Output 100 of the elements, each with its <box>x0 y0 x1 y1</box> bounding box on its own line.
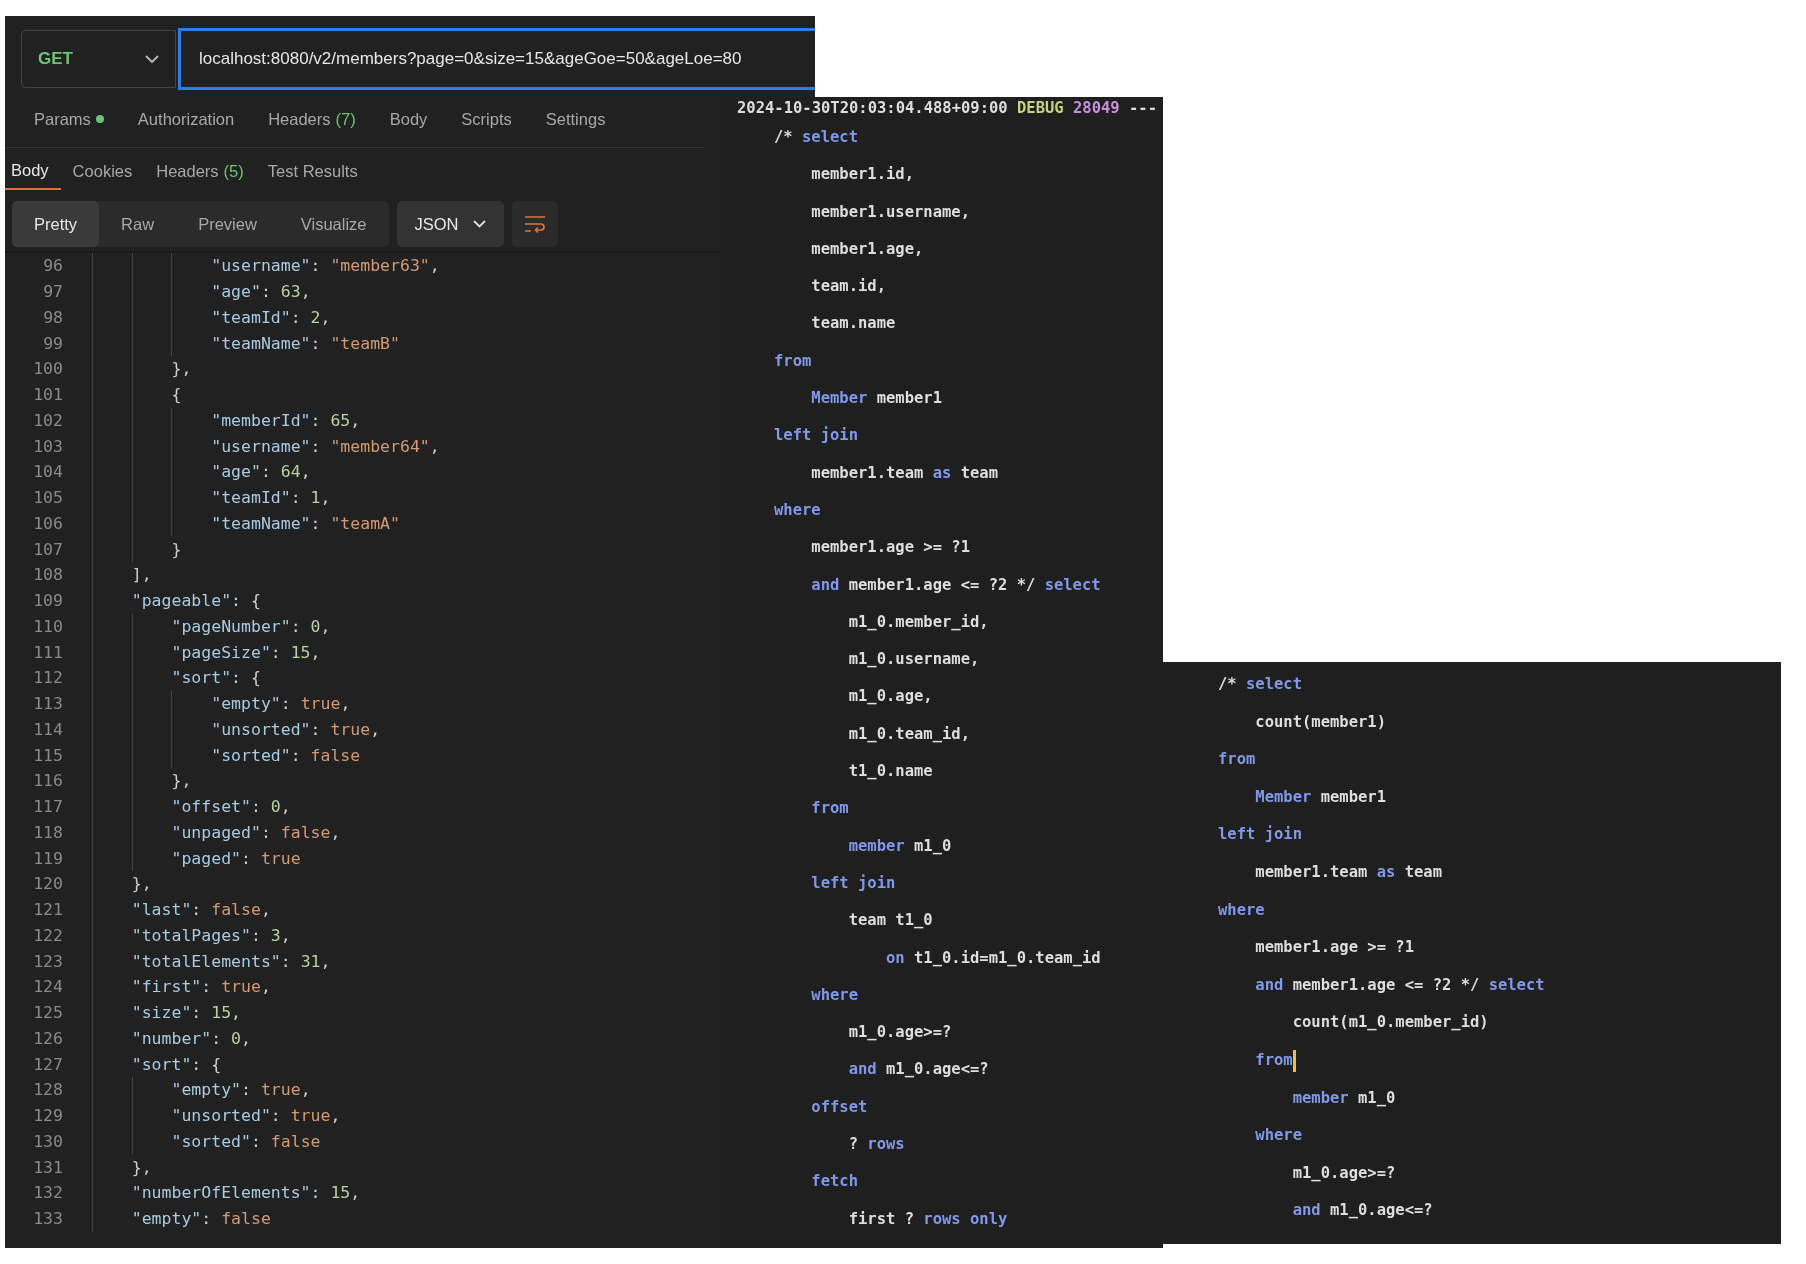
line-number: 106 <box>32 513 63 533</box>
log-line: and member1.age <= ?2 */ select <box>1254 974 1545 996</box>
request-tab[interactable]: Headers (7) <box>251 100 373 138</box>
log-line: and m1_0.age<=? <box>1291 1200 1433 1222</box>
log-line: where <box>1254 1125 1302 1147</box>
request-tab[interactable]: Scripts <box>444 100 529 138</box>
line-number: 122 <box>32 925 63 945</box>
format-dropdown[interactable]: JSON <box>396 201 504 247</box>
code-line: "numberOfElements": 15, <box>130 1183 361 1203</box>
log-line: m1_0.team_id, <box>847 723 970 745</box>
line-number: 124 <box>32 977 63 997</box>
code-line: "unpaged": false, <box>170 822 341 842</box>
view-mode-tab[interactable]: Pretty <box>12 201 100 247</box>
log-line: from <box>1218 749 1256 771</box>
log-line: m1_0.age>=? <box>847 1022 952 1044</box>
code-line: "sorted": false <box>210 745 361 765</box>
code-line: "size": 15, <box>130 1003 242 1023</box>
log-line: m1_0.age>=? <box>1291 1162 1396 1184</box>
log-line: Member member1 <box>810 388 942 410</box>
log-line: /* select <box>774 127 858 148</box>
log-line: first ? rows only <box>847 1208 1008 1230</box>
line-number: 105 <box>32 488 63 508</box>
view-mode-tab[interactable]: Visualize <box>278 201 389 247</box>
code-line: "number": 0, <box>130 1028 251 1048</box>
code-line: "unsorted": true, <box>170 1106 341 1126</box>
code-line: "sorted": false <box>170 1131 321 1151</box>
view-mode-tab[interactable]: Raw <box>99 201 177 247</box>
response-tab[interactable]: Test Results <box>255 152 370 190</box>
line-number: 130 <box>32 1131 63 1151</box>
log-line: fetch <box>810 1171 858 1193</box>
code-line: }, <box>130 1157 152 1177</box>
code-line: "teamId": 1, <box>210 488 331 508</box>
log-line: from <box>1254 1049 1293 1071</box>
log-line: team t1_0 <box>847 910 933 932</box>
code-line: "pageNumber": 0, <box>170 616 331 636</box>
code-line: } <box>170 539 182 559</box>
request-tab[interactable]: Body <box>372 100 445 138</box>
line-number: 125 <box>32 1003 63 1023</box>
log-line: and m1_0.age<=? <box>847 1059 989 1081</box>
line-number: 116 <box>32 771 63 791</box>
request-tab[interactable]: Settings <box>528 100 623 138</box>
log-line: member1.age, <box>810 238 924 260</box>
line-number: 127 <box>32 1054 63 1074</box>
log-line: m1_0.member_id, <box>847 611 989 633</box>
code-line: "sort": { <box>170 668 261 688</box>
response-tab[interactable]: Headers (5) <box>144 152 256 190</box>
url-field[interactable]: localhost:8080/v2/members?page=0&size=15&ageGoe=50&ageLoe=80 <box>178 28 815 90</box>
code-line: "unsorted": true, <box>210 719 381 739</box>
line-number: 100 <box>32 359 63 379</box>
log-line: where <box>1218 899 1265 921</box>
log-line: team.id, <box>810 276 886 298</box>
log-line: where <box>810 984 858 1006</box>
code-line: "teamId": 2, <box>210 307 331 327</box>
code-line: "empty": false <box>130 1209 271 1229</box>
code-line: }, <box>170 771 192 791</box>
code-line: "paged": true <box>170 848 301 868</box>
code-line: "last": false, <box>130 900 271 920</box>
request-tab[interactable]: Authorization <box>120 100 252 138</box>
line-number: 96 <box>42 256 63 276</box>
log-line: ? rows <box>847 1134 905 1155</box>
log-line: and member1.age <= ?2 */ select <box>810 574 1101 596</box>
log-line: /* select <box>1218 674 1302 695</box>
line-number: 110 <box>32 616 63 636</box>
code-line: "offset": 0, <box>170 797 291 817</box>
line-number: 129 <box>32 1106 63 1126</box>
response-tab[interactable]: Cookies <box>60 152 145 190</box>
code-line: "totalPages": 3, <box>130 925 291 945</box>
line-number: 126 <box>32 1028 63 1048</box>
line-number: 123 <box>32 951 63 971</box>
code-line: "age": 64, <box>210 462 311 482</box>
code-line: }, <box>170 359 192 379</box>
line-number: 119 <box>32 848 63 868</box>
response-tab[interactable]: Body <box>5 152 61 190</box>
line-number: 112 <box>32 668 63 688</box>
method-dropdown[interactable]: GET <box>21 30 176 88</box>
chevron-down-icon <box>145 54 159 64</box>
chevron-down-icon <box>472 220 486 228</box>
log-line: from <box>774 350 812 372</box>
line-number: 99 <box>42 333 63 353</box>
line-number: 131 <box>32 1157 63 1177</box>
line-number: 108 <box>32 565 63 585</box>
log-line: member1.username, <box>810 201 970 223</box>
line-number: 97 <box>42 282 63 302</box>
log-line: count(member1) <box>1254 711 1386 733</box>
code-line: { <box>170 385 182 405</box>
line-number: 120 <box>32 874 63 894</box>
line-number: 102 <box>32 410 63 430</box>
request-tab[interactable]: Params <box>17 100 121 138</box>
code-line: }, <box>130 874 152 894</box>
log-line: offset <box>810 1096 868 1118</box>
code-line: "empty": true, <box>210 694 351 714</box>
code-line: "username": "member64", <box>210 436 440 456</box>
view-mode-tab[interactable]: Preview <box>176 201 279 247</box>
wrap-lines-button[interactable] <box>511 201 558 247</box>
log-line: member1.age >= ?1 <box>810 537 970 559</box>
code-line: "first": true, <box>130 977 271 997</box>
code-line: "age": 63, <box>210 282 311 302</box>
line-number: 101 <box>32 385 63 405</box>
line-number: 107 <box>32 539 63 559</box>
log-line: member1.team as team <box>810 462 998 484</box>
